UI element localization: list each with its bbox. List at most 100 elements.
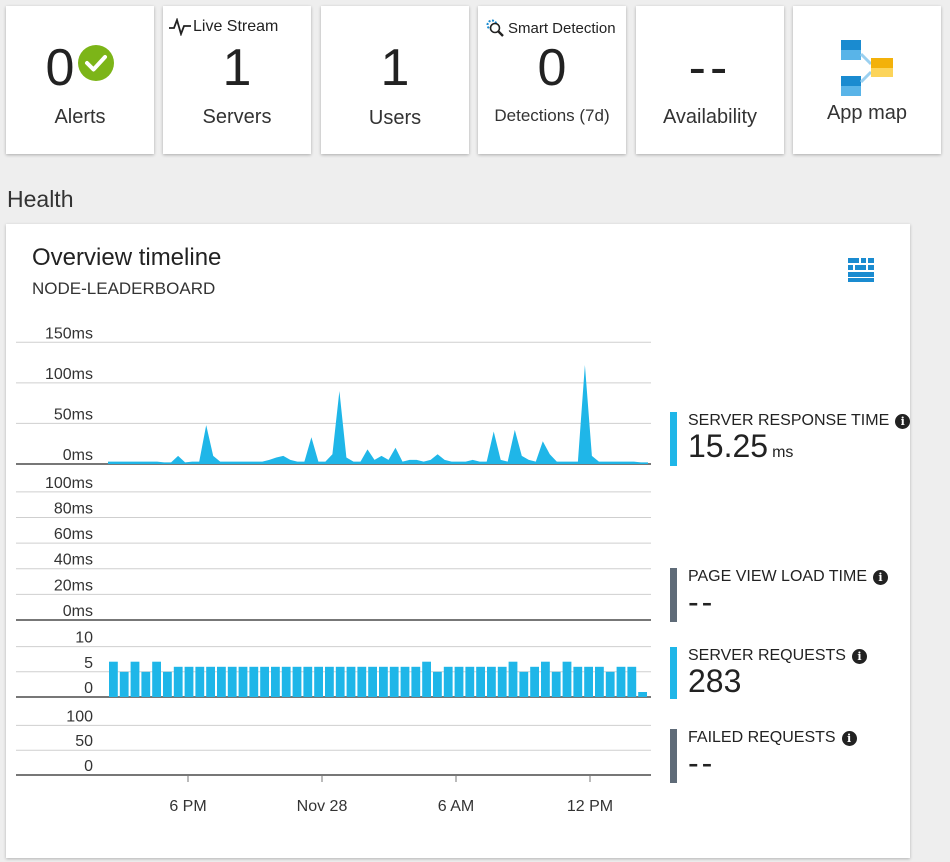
request-bar: [325, 666, 334, 697]
y-tick-label: 60ms: [54, 526, 93, 543]
request-bar: [281, 666, 291, 697]
live-stream-tile[interactable]: Live Stream 1 Servers: [163, 6, 311, 154]
request-bar: [562, 661, 572, 697]
app-map-label: App map: [826, 102, 908, 124]
request-bar: [551, 671, 561, 697]
request-bar: [184, 666, 194, 697]
request-bar: [508, 661, 518, 697]
request-bar: [476, 666, 485, 697]
metric-color-bar: [670, 568, 677, 622]
request-bar: [173, 666, 183, 697]
metric-value: 15.25: [688, 428, 769, 464]
request-bar: [260, 666, 269, 697]
x-tick-label: Nov 28: [297, 798, 348, 815]
metric-color-bar: [670, 647, 677, 699]
y-tick-label: 0ms: [63, 447, 93, 464]
panel-subtitle: NODE-LEADERBOARD: [32, 279, 216, 298]
request-bar: [195, 666, 205, 697]
request-bar: [379, 666, 388, 697]
app-map-icon: [841, 40, 893, 96]
x-tick-label: 6 AM: [438, 798, 474, 815]
smart-detection-tile[interactable]: Smart Detection 0 Detections (7d): [478, 6, 626, 154]
y-tick-label: 50: [75, 733, 93, 750]
y-tick-label: 80ms: [54, 500, 93, 517]
request-bar: [335, 666, 345, 697]
request-bar: [595, 666, 604, 697]
smart-detection-header: Smart Detection: [484, 18, 616, 38]
request-bar: [487, 666, 496, 697]
info-icon[interactable]: i: [895, 413, 911, 429]
alerts-count-row: 0: [6, 42, 154, 94]
request-bar: [400, 666, 410, 697]
y-tick-label: 50ms: [54, 406, 93, 423]
request-bar: [141, 671, 151, 697]
alerts-count: 0: [45, 39, 75, 97]
request-bar: [152, 661, 161, 697]
request-bar: [368, 666, 377, 697]
alerts-label: Alerts: [54, 106, 106, 128]
availability-label: Availability: [662, 106, 758, 128]
request-bar: [292, 666, 302, 697]
info-icon[interactable]: i: [873, 569, 888, 585]
request-bar: [271, 666, 280, 697]
metric-value: --: [688, 584, 716, 620]
request-bar: [389, 666, 399, 697]
users-tile[interactable]: 1 Users: [321, 6, 469, 154]
metric-value-row: 15.25 ms: [688, 428, 793, 465]
users-label: Users: [368, 107, 422, 129]
servers-count: 1: [222, 39, 252, 97]
y-tick-label: 10: [75, 630, 93, 647]
request-bar: [454, 666, 464, 697]
request-bar: [227, 666, 237, 697]
request-bar: [519, 671, 529, 697]
request-bar: [303, 666, 313, 697]
availability-value: --: [688, 39, 732, 97]
request-bar: [573, 666, 583, 697]
request-bar: [627, 666, 637, 697]
x-tick-label: 6 PM: [169, 798, 206, 815]
app-map-tile[interactable]: App map: [793, 6, 941, 154]
request-bar: [163, 671, 172, 697]
live-stream-header: Live Stream: [169, 18, 278, 36]
request-bar: [433, 671, 442, 697]
detections-count: 0: [537, 39, 567, 97]
info-icon[interactable]: i: [841, 730, 857, 746]
request-bar: [217, 666, 226, 697]
request-bar: [357, 666, 367, 697]
check-circle-icon: [78, 45, 115, 81]
availability-tile[interactable]: -- Availability: [636, 6, 784, 154]
y-tick-label: 150ms: [45, 325, 93, 342]
request-bar: [497, 666, 507, 697]
y-tick-label: 0: [84, 758, 93, 775]
request-bar: [638, 692, 647, 697]
pulse-icon: [169, 18, 191, 36]
request-bar: [530, 666, 539, 697]
alerts-tile[interactable]: 0 Alerts: [6, 6, 154, 154]
x-tick-label: 12 PM: [567, 798, 613, 815]
request-bar: [422, 661, 431, 697]
request-bar: [119, 671, 129, 697]
users-count: 1: [380, 39, 410, 97]
metric-color-bar: [670, 729, 677, 783]
request-bar: [130, 661, 140, 697]
metric-unit: ms: [772, 444, 794, 461]
live-stream-title: Live Stream: [193, 18, 279, 35]
y-tick-label: 100: [66, 708, 93, 725]
info-icon[interactable]: i: [851, 648, 867, 664]
request-bar: [206, 666, 215, 697]
section-title: Health: [7, 186, 74, 212]
y-tick-label: 0ms: [63, 603, 93, 620]
magnifier-gear-icon: [486, 19, 504, 37]
grid-layout-icon[interactable]: [848, 258, 874, 282]
series-area-0: [108, 365, 648, 464]
request-bar: [109, 661, 118, 697]
smart-detection-title: Smart Detection: [508, 19, 616, 37]
request-bar: [465, 666, 475, 697]
y-tick-label: 20ms: [54, 577, 93, 594]
request-bar: [443, 666, 453, 697]
servers-label: Servers: [202, 106, 272, 128]
detections-label: Detections (7d): [494, 106, 610, 125]
request-bar: [249, 666, 259, 697]
y-tick-label: 100ms: [45, 366, 93, 383]
overview-timeline-panel[interactable]: Overview timeline NODE-LEADERBOARD 150ms…: [6, 224, 911, 858]
